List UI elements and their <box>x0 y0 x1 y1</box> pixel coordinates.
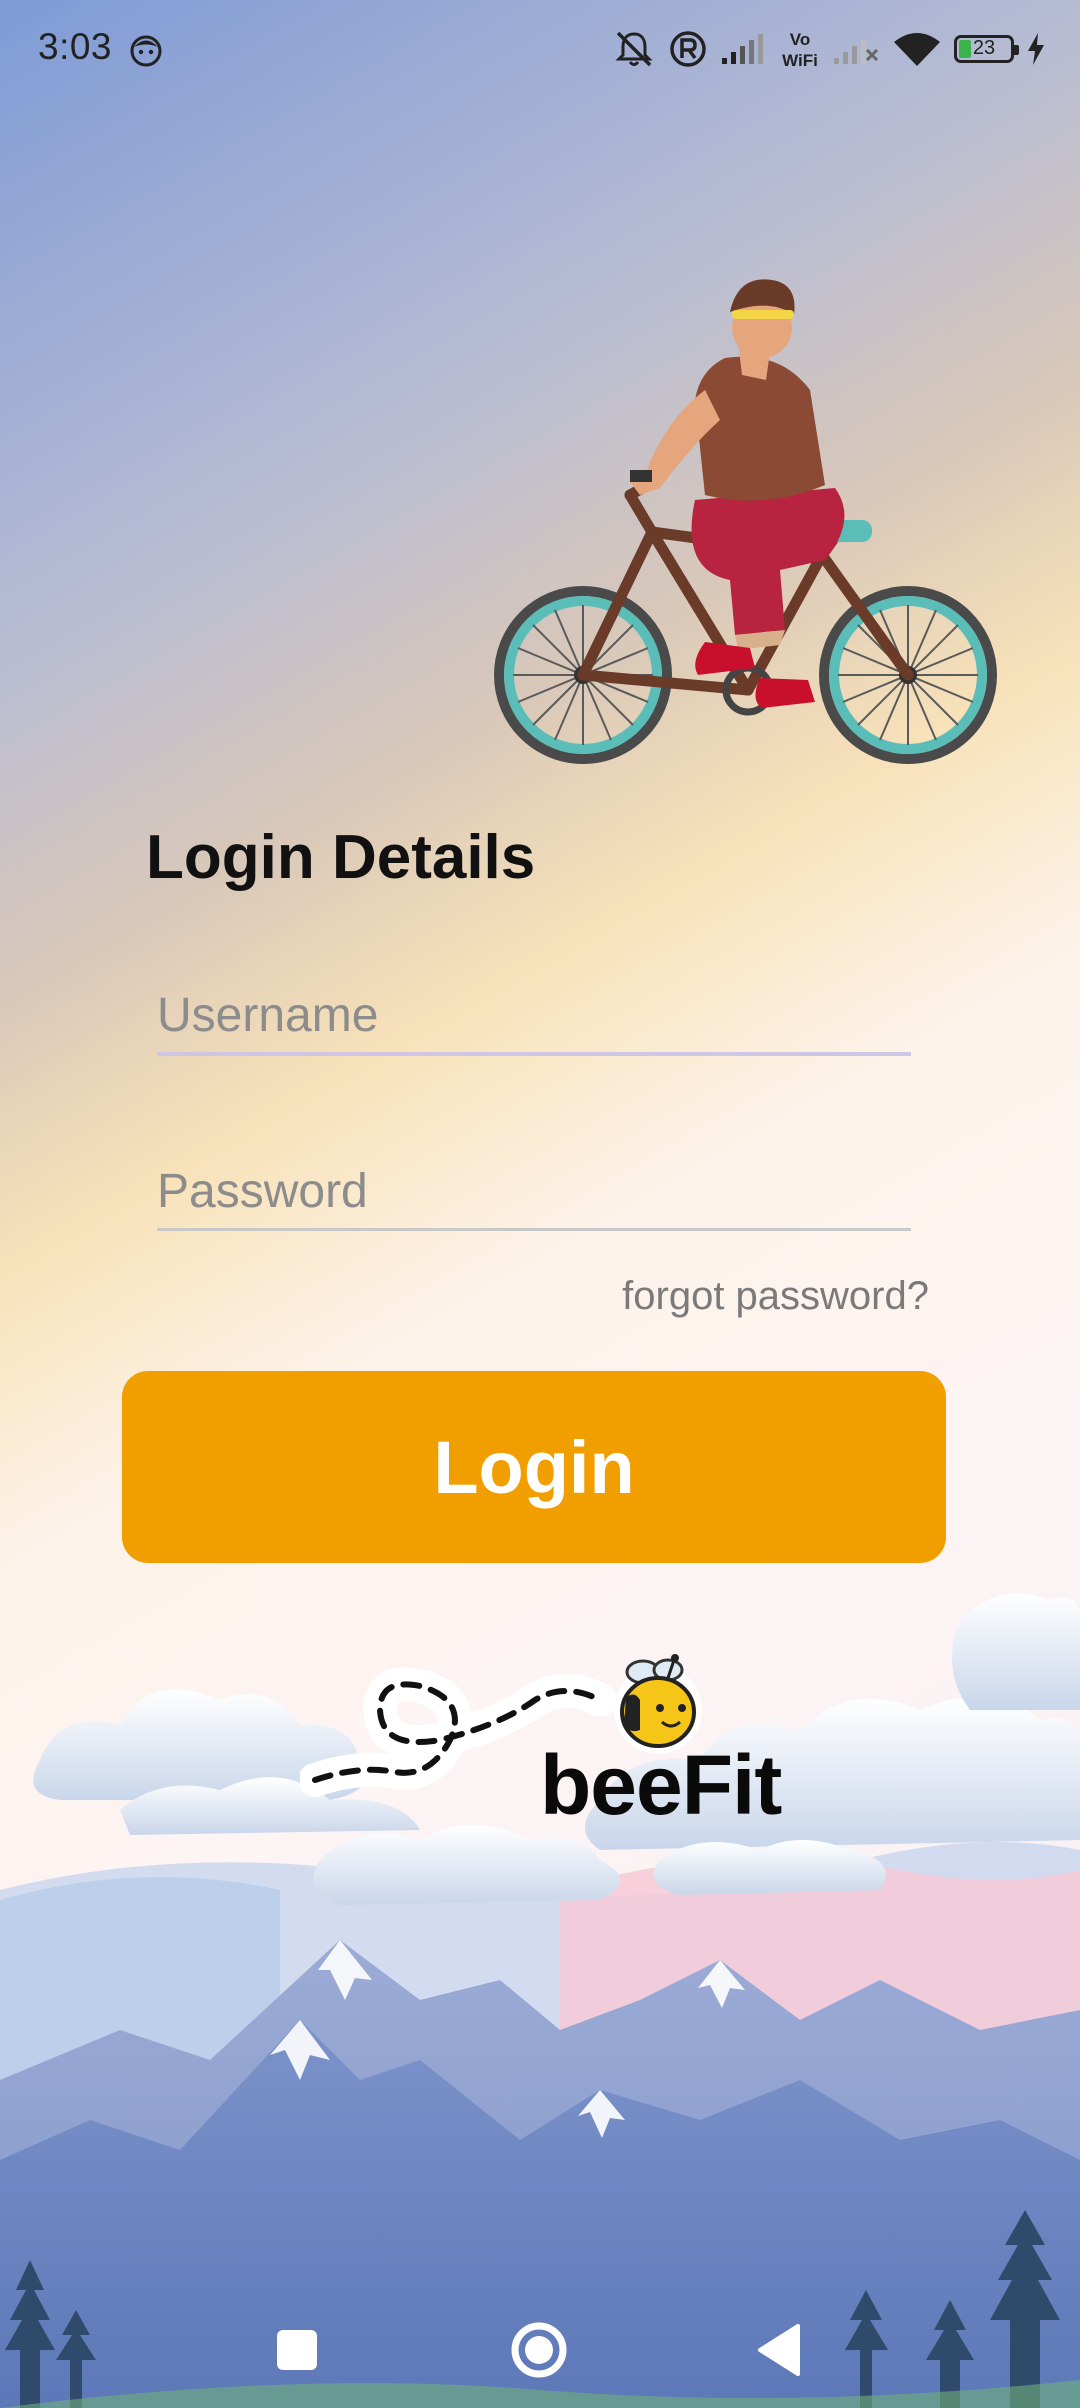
status-time: 3:03 <box>38 26 113 67</box>
navigation-bar <box>0 2290 1080 2408</box>
wifi-icon <box>894 33 940 66</box>
status-icons: Vo WiFi 23 <box>612 26 1046 72</box>
login-screen: 3:03 Vo WiFi 23 Login Details Username f… <box>0 0 1080 2408</box>
vowifi-top-label: Vo <box>790 30 810 49</box>
back-icon[interactable] <box>740 2310 820 2390</box>
battery-icon: 23 <box>954 35 1019 63</box>
forgot-password-link[interactable]: forgot password? <box>622 1274 929 1319</box>
login-button[interactable]: Login <box>122 1371 946 1563</box>
signal-icon <box>722 34 763 64</box>
battery-level: 23 <box>972 37 996 59</box>
form-title: Login Details <box>146 823 536 892</box>
brand-name: beeFit <box>540 1738 782 1832</box>
registered-icon <box>670 31 706 67</box>
vowifi-bottom-label: WiFi <box>782 51 818 70</box>
face-icon <box>130 35 162 67</box>
mute-icon <box>615 31 653 67</box>
vowifi-icon: Vo WiFi <box>782 30 818 70</box>
battery-tip <box>1014 45 1019 55</box>
rider-headband <box>732 310 794 319</box>
username-input[interactable] <box>157 978 911 1056</box>
charging-icon <box>1028 33 1044 65</box>
cyclist-illustration <box>494 279 997 764</box>
home-icon[interactable] <box>499 2310 579 2390</box>
recents-icon[interactable] <box>257 2310 337 2390</box>
status-bar: 3:03 Vo WiFi 23 <box>0 0 1080 98</box>
password-input[interactable] <box>157 1154 911 1231</box>
signal-no-sim-icon <box>834 40 879 64</box>
